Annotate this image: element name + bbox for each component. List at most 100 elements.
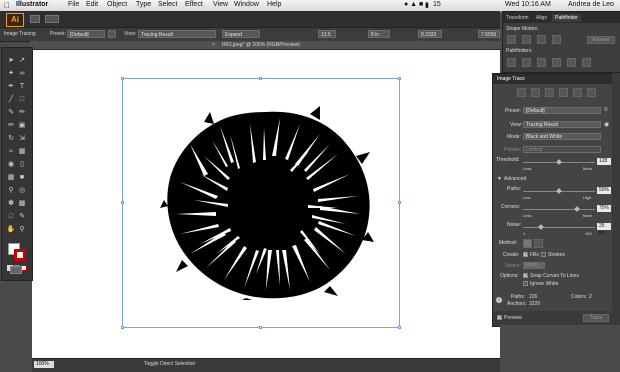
battery-icon[interactable]: ▮ [425,1,429,9]
app-menu[interactable]: Illustrator [16,1,48,8]
trim-icon[interactable] [522,58,531,67]
screen-mode-icon[interactable] [10,266,22,274]
menu-object[interactable]: Object [107,1,127,8]
blend-tool-icon[interactable]: ◎ [17,186,27,196]
menu-effect[interactable]: Effect [185,1,203,8]
minus-back-icon[interactable] [582,58,591,67]
slice-tool-icon[interactable]: ✎ [17,212,27,222]
black-white-icon[interactable] [573,88,582,97]
stroke-value[interactable]: 10 px [523,262,545,269]
pen-tool-icon[interactable]: ✒ [6,82,16,92]
merge-icon[interactable] [537,58,546,67]
divide-icon[interactable] [507,58,516,67]
preview-checkbox[interactable]: ✓ [497,315,502,321]
clock[interactable]: Wed 10:16 AM [505,1,551,8]
hand-tool-icon[interactable]: ✋ [6,225,16,235]
symbol-sprayer-icon[interactable]: ✽ [6,199,16,209]
mode-dropdown[interactable]: Black and White [523,133,601,140]
outline-trace-icon[interactable] [587,88,596,97]
rectangle-tool-icon[interactable]: □ [17,95,27,105]
zoom-tool-icon[interactable]: ⚲ [17,225,27,235]
ignore-white-checkbox[interactable] [523,281,528,286]
zoom-field[interactable]: 100% [34,361,54,368]
direct-selection-icon[interactable]: ↗ [17,56,27,66]
menu-edit[interactable]: Edit [86,1,98,8]
noise-slider-knob[interactable] [538,224,544,230]
selection-handle[interactable] [121,326,124,329]
selection-handle[interactable] [259,326,262,329]
high-color-icon[interactable] [531,88,540,97]
width-field[interactable]: 13.5 in [318,30,336,46]
menu-select[interactable]: Select [158,1,177,8]
bridge-icon[interactable] [30,15,40,23]
y-field[interactable]: 7.5556 in [478,30,500,46]
selection-handle[interactable] [398,77,401,80]
tab-pathfinder[interactable]: Pathfinder [552,14,581,22]
magic-wand-icon[interactable]: ✦ [6,69,16,79]
minus-front-icon[interactable] [522,35,531,44]
view-dropdown[interactable]: Tracing Result [138,30,216,38]
image-trace-header[interactable]: Image Trace [493,74,613,84]
auto-color-icon[interactable] [517,88,526,97]
image-trace-panel-icon[interactable] [108,30,116,38]
free-transform-icon[interactable]: ▦ [17,147,27,157]
shape-builder-icon[interactable]: ◉ [6,160,16,170]
selection-handle[interactable] [259,77,262,80]
noise-value[interactable]: 25 px [597,223,611,236]
menu-type[interactable]: Type [136,1,151,8]
palette-dropdown[interactable]: Limited [523,146,601,153]
expand-button[interactable]: Expand [222,30,260,38]
advanced-label[interactable]: Advanced [504,176,526,182]
menu-view[interactable]: View [213,1,228,8]
arrange-documents-icon[interactable] [45,15,59,23]
menu-file[interactable]: File [68,1,79,8]
user-name[interactable]: Andrea de Leo [568,1,614,8]
selection-handle[interactable] [121,201,124,204]
gradient-tool-icon[interactable]: ■ [17,173,27,183]
paintbrush-icon[interactable]: ✎ [6,108,16,118]
apple-icon[interactable]:  [4,1,10,10]
selection-handle[interactable] [121,77,124,80]
outline-icon[interactable] [567,58,576,67]
rotate-tool-icon[interactable]: ↻ [6,134,16,144]
column-graph-icon[interactable]: ▩ [17,199,27,209]
overlapping-method-icon[interactable] [534,239,543,248]
crop-icon[interactable] [552,58,561,67]
blob-brush-icon[interactable]: ✏ [6,121,16,131]
selection-bounding-box[interactable] [122,78,400,328]
selection-handle[interactable] [398,201,401,204]
intersect-icon[interactable] [537,35,546,44]
pencil-icon[interactable]: ✏ [17,108,27,118]
selection-handle[interactable] [398,326,401,329]
corners-slider-knob[interactable] [574,206,580,212]
tab-transform[interactable]: Transform [503,14,532,22]
eye-icon[interactable]: ◉ [604,121,609,128]
menu-help[interactable]: Help [267,1,281,8]
exclude-icon[interactable] [552,35,561,44]
noise-slider[interactable] [523,227,595,228]
unite-icon[interactable] [507,35,516,44]
x-field[interactable]: 8.3333 in [418,30,442,46]
threshold-slider-knob[interactable] [556,159,562,165]
abutting-method-icon[interactable] [523,239,532,248]
fills-checkbox[interactable]: ✓ [523,252,528,258]
advanced-toggle-icon[interactable]: ▼ [497,176,502,182]
stroke-swatch[interactable] [14,249,26,261]
selection-tool-icon[interactable]: ➤ [6,56,16,66]
lasso-icon[interactable]: ∞ [17,69,27,79]
artboard-tool-icon[interactable]: □ [6,212,16,222]
pathfinder-expand-button[interactable]: Expand [587,36,615,44]
grayscale-icon[interactable] [559,88,568,97]
scale-tool-icon[interactable]: ⇲ [17,134,27,144]
snap-curves-checkbox[interactable]: ✓ [523,273,528,279]
preset-dropdown[interactable]: [Default] [67,30,105,38]
status-text[interactable]: Toggle Direct Selection [144,361,195,367]
mesh-tool-icon[interactable]: ▦ [6,173,16,183]
paths-slider-knob[interactable] [556,188,562,194]
trace-view-dropdown[interactable]: Tracing Result [523,121,601,128]
paths-value[interactable]: 50% [597,187,611,194]
menu-window[interactable]: Window [234,1,259,8]
eraser-icon[interactable]: ▣ [17,121,27,131]
eyedropper-icon[interactable]: ⚲ [6,186,16,196]
trace-button[interactable]: Trace [583,314,609,322]
